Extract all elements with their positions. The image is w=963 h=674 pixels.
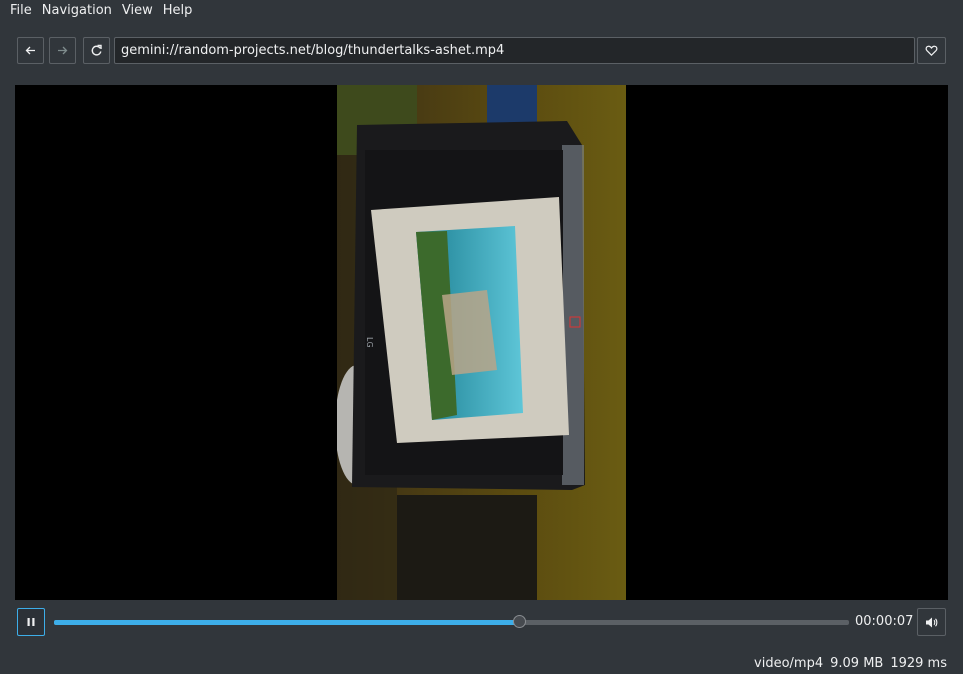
file-size: 9.09 MB <box>830 656 884 671</box>
navigation-toolbar <box>17 37 946 64</box>
seek-slider[interactable] <box>54 615 849 628</box>
play-pause-button[interactable] <box>17 608 45 636</box>
load-time: 1929 ms <box>890 656 947 671</box>
video-frame-image: LG <box>337 85 626 600</box>
menu-help[interactable]: Help <box>160 0 200 22</box>
menu-file[interactable]: File <box>0 0 39 22</box>
arrow-left-icon <box>25 46 35 55</box>
back-button[interactable] <box>17 37 44 64</box>
speaker-icon <box>926 617 938 627</box>
forward-button[interactable] <box>49 37 76 64</box>
reload-icon <box>91 44 102 56</box>
status-bar: video/mp4 9.09 MB 1929 ms <box>754 655 947 673</box>
pause-icon <box>27 618 35 626</box>
player-controls: 00:00:07 <box>17 608 946 636</box>
menu-navigation[interactable]: Navigation <box>39 0 119 22</box>
url-input[interactable] <box>114 37 915 64</box>
seek-handle[interactable] <box>512 615 526 628</box>
video-viewport[interactable]: LG <box>15 85 948 600</box>
time-display: 00:00:07 <box>855 614 914 629</box>
bookmark-button[interactable] <box>917 37 946 64</box>
reload-button[interactable] <box>83 37 110 64</box>
video-frame: LG <box>337 85 626 600</box>
arrow-right-icon <box>58 46 68 55</box>
svg-text:LG: LG <box>365 337 374 348</box>
volume-button[interactable] <box>917 608 946 636</box>
mime-type: video/mp4 <box>754 656 824 671</box>
heart-icon <box>925 45 938 57</box>
seek-progress <box>54 620 520 625</box>
menu-bar: File Navigation View Help <box>0 0 963 22</box>
menu-view[interactable]: View <box>119 0 160 22</box>
